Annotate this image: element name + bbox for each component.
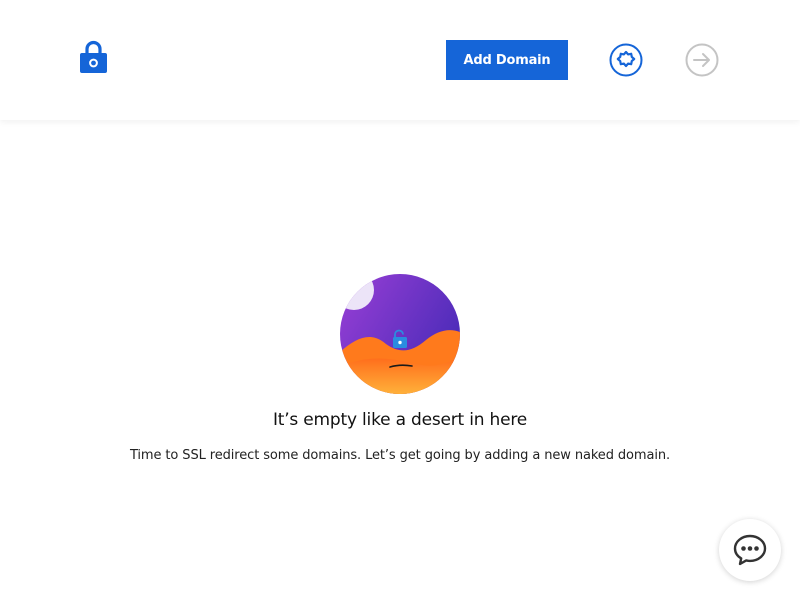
empty-state-title: It’s empty like a desert in here	[272, 410, 528, 430]
chat-button[interactable]	[719, 519, 781, 581]
top-bar: Add Domain	[0, 0, 800, 120]
gear-icon[interactable]	[609, 43, 643, 77]
desert-lock-illustration	[340, 274, 460, 394]
add-domain-button[interactable]: Add Domain	[446, 40, 568, 80]
lock-icon[interactable]	[79, 40, 108, 74]
arrow-right-circle-icon[interactable]	[685, 43, 719, 77]
empty-state-subtitle: Time to SSL redirect some domains. Let’s…	[129, 448, 671, 463]
empty-state: It’s empty like a desert in here Time to…	[0, 274, 800, 463]
chat-bubble-icon	[733, 534, 767, 566]
